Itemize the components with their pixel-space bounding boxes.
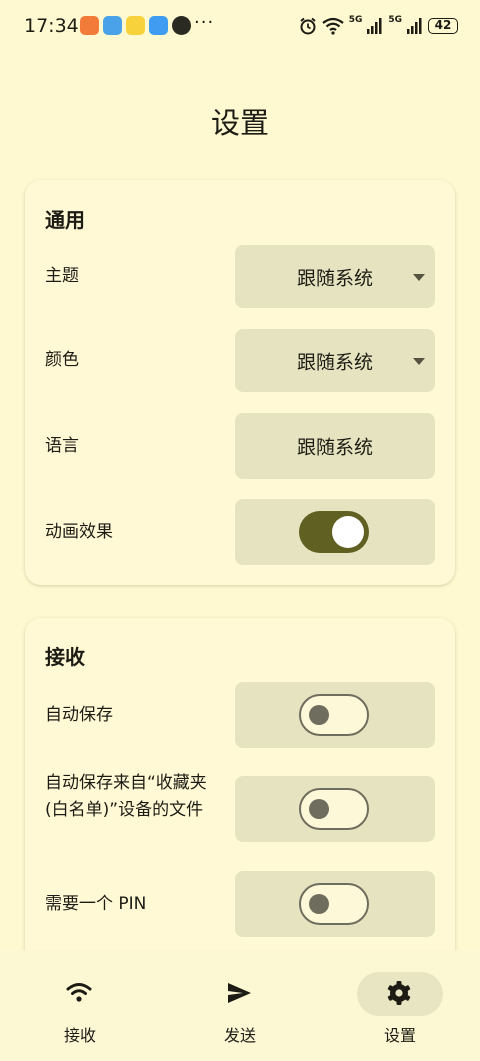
theme-label: 主题: [45, 266, 79, 286]
nav-item-receive[interactable]: 接收: [0, 950, 160, 1061]
alarm-icon: [300, 17, 316, 35]
toggle-thumb: [332, 516, 364, 548]
toggle-thumb: [309, 705, 329, 725]
network-type-label: 5G: [348, 15, 363, 25]
auto-save-toggle[interactable]: [299, 694, 369, 736]
page-title: 设置: [210, 106, 269, 140]
app-notification-icon: [149, 16, 168, 35]
theme-dropdown[interactable]: 跟随系统: [235, 245, 435, 308]
status-bar: 17:34 ··· 5G 5G 42: [0, 0, 480, 54]
app-notification-icon: [126, 16, 145, 35]
nav-item-send[interactable]: 发送: [160, 950, 320, 1061]
language-value: 跟随系统: [296, 436, 373, 459]
theme-value: 跟随系统: [296, 267, 373, 289]
nav-label-receive: 接收: [63, 1026, 96, 1045]
send-icon: [228, 983, 251, 1003]
color-dropdown[interactable]: 跟随系统: [235, 329, 435, 392]
nav-item-settings[interactable]: 设置: [320, 950, 480, 1061]
toggle-thumb: [309, 799, 329, 819]
message-icon: [172, 16, 191, 35]
nav-label-settings: 设置: [383, 1026, 416, 1045]
auto-save-row: [235, 682, 435, 748]
gear-icon: [387, 981, 411, 1005]
animations-label: 动画效果: [45, 522, 113, 542]
animations-row: [235, 499, 435, 565]
app-notification-icon: [103, 16, 122, 35]
section-title-general: 通用: [45, 208, 85, 232]
bottom-navigation: 接收 发送 设置: [0, 950, 480, 1061]
status-time: 17:34: [24, 15, 79, 37]
signal-icon: [367, 18, 382, 34]
network-type-label: 5G: [388, 15, 402, 25]
battery-icon: 42: [428, 18, 458, 34]
dropdown-arrow-icon: [413, 357, 425, 365]
require-pin-toggle[interactable]: [299, 883, 369, 925]
require-pin-row: [235, 871, 435, 937]
signal-icon: [407, 18, 422, 34]
nav-label-send: 发送: [223, 1026, 256, 1045]
auto-save-favorites-toggle[interactable]: [299, 788, 369, 830]
more-notifications-icon: ···: [194, 12, 215, 33]
toggle-thumb: [309, 894, 329, 914]
language-button[interactable]: 跟随系统: [235, 413, 435, 479]
color-label: 颜色: [45, 350, 79, 370]
language-label: 语言: [45, 436, 79, 456]
auto-save-favorites-label: 自动保存来自“收藏夹(白名单)”设备的文件: [45, 773, 207, 820]
section-title-receive: 接收: [45, 645, 85, 669]
wifi-status-icon: [322, 17, 344, 35]
auto-save-label: 自动保存: [45, 705, 113, 725]
require-pin-label: 需要一个 PIN: [45, 894, 147, 914]
wifi-icon: [66, 983, 92, 1002]
dropdown-arrow-icon: [413, 273, 425, 281]
general-settings-card: 通用 主题 跟随系统 颜色 跟随系统 语言 跟随系统 动画效果: [25, 180, 455, 585]
auto-save-favorites-row: [235, 776, 435, 842]
animations-toggle[interactable]: [299, 511, 369, 553]
app-notification-icon: [80, 16, 99, 35]
color-value: 跟随系统: [296, 351, 373, 373]
